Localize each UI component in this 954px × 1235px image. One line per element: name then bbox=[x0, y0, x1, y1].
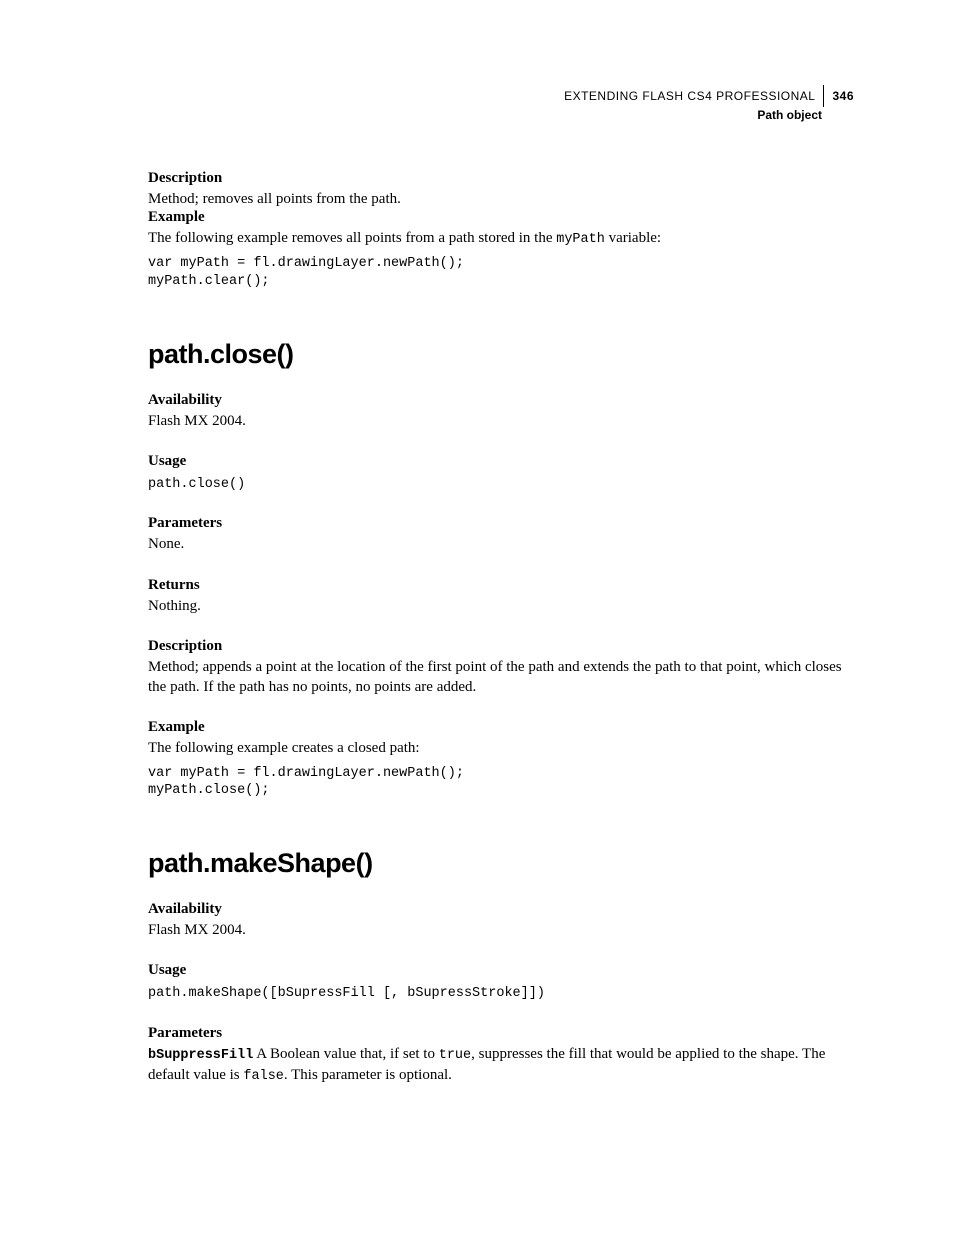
example-body: The following example creates a closed p… bbox=[148, 738, 854, 758]
description-body: Method; appends a point at the location … bbox=[148, 657, 854, 698]
description-heading: Description bbox=[148, 638, 854, 655]
chapter-name: Path object bbox=[148, 108, 854, 122]
code-block: var myPath = fl.drawingLayer.newPath(); … bbox=[148, 255, 854, 290]
description-heading: Description bbox=[148, 170, 854, 187]
parameters-heading: Parameters bbox=[148, 515, 854, 532]
method-heading-close: path.close() bbox=[148, 339, 854, 370]
param-text-3: . This parameter is optional. bbox=[284, 1067, 452, 1083]
example-text-1: The following example removes all points… bbox=[148, 230, 556, 246]
returns-heading: Returns bbox=[148, 577, 854, 594]
returns-body: Nothing. bbox=[148, 596, 854, 616]
parameters-body: None. bbox=[148, 534, 854, 554]
param-text-1: A Boolean value that, if set to bbox=[253, 1046, 438, 1062]
example-heading: Example bbox=[148, 719, 854, 736]
availability-body: Flash MX 2004. bbox=[148, 411, 854, 431]
inline-code-true: true bbox=[439, 1048, 471, 1063]
example-text-2: variable: bbox=[605, 230, 661, 246]
inline-code-false: false bbox=[243, 1069, 284, 1084]
page-number: 346 bbox=[824, 89, 854, 103]
usage-heading: Usage bbox=[148, 453, 854, 470]
availability-body: Flash MX 2004. bbox=[148, 920, 854, 940]
parameters-heading: Parameters bbox=[148, 1025, 854, 1042]
availability-heading: Availability bbox=[148, 901, 854, 918]
example-heading: Example bbox=[148, 209, 854, 226]
usage-code: path.makeShape([bSupressFill [, bSupress… bbox=[148, 985, 854, 1003]
page: EXTENDING FLASH CS4 PROFESSIONAL 346 Pat… bbox=[0, 0, 954, 1146]
inline-code-mypath: myPath bbox=[556, 232, 605, 247]
usage-code: path.close() bbox=[148, 476, 854, 494]
example-body: The following example removes all points… bbox=[148, 228, 854, 249]
header-line-1: EXTENDING FLASH CS4 PROFESSIONAL 346 bbox=[564, 85, 854, 107]
parameter-bsuppressfill: bSuppressFill A Boolean value that, if s… bbox=[148, 1044, 854, 1086]
section-clear-continued: Description Method; removes all points f… bbox=[148, 170, 854, 291]
book-title: EXTENDING FLASH CS4 PROFESSIONAL bbox=[564, 89, 823, 103]
description-body: Method; removes all points from the path… bbox=[148, 189, 854, 209]
availability-heading: Availability bbox=[148, 392, 854, 409]
page-header: EXTENDING FLASH CS4 PROFESSIONAL 346 Pat… bbox=[148, 85, 854, 122]
code-block: var myPath = fl.drawingLayer.newPath(); … bbox=[148, 765, 854, 800]
param-name: bSuppressFill bbox=[148, 1048, 253, 1063]
method-heading-makeshape: path.makeShape() bbox=[148, 848, 854, 879]
usage-heading: Usage bbox=[148, 962, 854, 979]
